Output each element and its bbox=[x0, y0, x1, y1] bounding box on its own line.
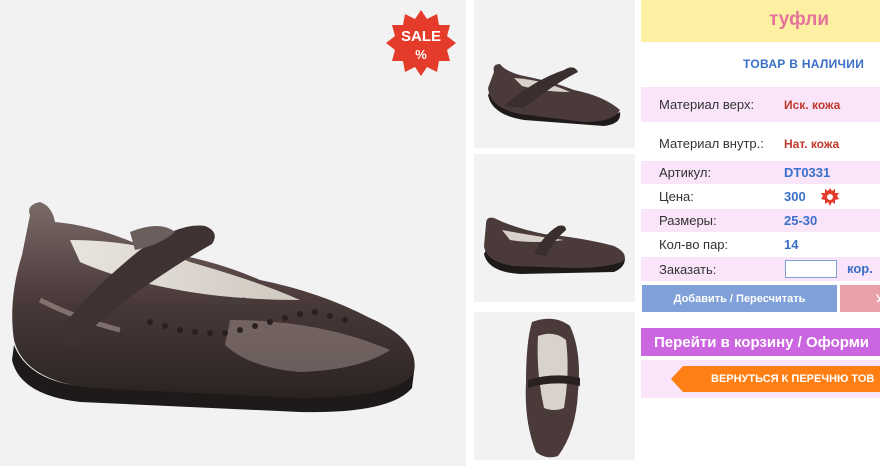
shoe-thumb-image bbox=[488, 64, 621, 126]
row-material-inner: Материал внутр.: Нат. кожа bbox=[641, 125, 880, 160]
pairs-label: Кол-во пар: bbox=[659, 237, 729, 252]
row-pairs: Кол-во пар: 14 bbox=[641, 233, 880, 256]
sale-badge: SALE % bbox=[386, 10, 456, 76]
row-article: Артикул: DT0331 bbox=[641, 161, 880, 184]
model-mark: DT0332 bbox=[214, 296, 246, 306]
product-info-panel: туфли ТОВАР В НАЛИЧИИ Материал верх: Иск… bbox=[641, 0, 880, 466]
material-top-value: Иск. кожа bbox=[784, 98, 841, 112]
sale-badge-text: SALE bbox=[401, 28, 441, 45]
shoe-thumb-image bbox=[484, 217, 625, 274]
thumbnail-1[interactable] bbox=[474, 0, 635, 148]
row-sizes: Размеры: 25-30 bbox=[641, 209, 880, 232]
sale-starburst-icon: SALE % bbox=[386, 10, 456, 76]
thumbnail-2[interactable] bbox=[474, 154, 635, 302]
stock-status: ТОВАР В НАЛИЧИИ bbox=[743, 57, 865, 71]
sale-badge-symbol: % bbox=[415, 47, 427, 62]
thumbnail-3[interactable] bbox=[474, 312, 635, 460]
product-title: туфли bbox=[769, 9, 829, 30]
row-price: Цена: 300 bbox=[641, 185, 880, 208]
sale-mini-icon bbox=[821, 188, 839, 206]
row-material-top: Материал верх: Иск. кожа bbox=[641, 87, 880, 122]
article-value: DT0331 bbox=[784, 165, 831, 180]
row-order: Заказать: кор. bbox=[641, 257, 880, 281]
order-quantity-input[interactable] bbox=[785, 260, 837, 278]
title-bar: туфли bbox=[641, 0, 880, 42]
back-to-list-button[interactable]: ВЕРНУТЬСЯ К ПЕРЕЧНЮ ТОВ bbox=[671, 366, 880, 392]
material-top-label: Материал верх: bbox=[659, 97, 755, 112]
material-inner-label: Материал внутр.: bbox=[659, 136, 764, 151]
remove-button[interactable]: У bbox=[840, 285, 880, 312]
order-unit: кор. bbox=[847, 261, 873, 276]
back-button-row: ВЕРНУТЬСЯ К ПЕРЕЧНЮ ТОВ bbox=[641, 360, 880, 398]
go-to-cart-button[interactable]: Перейти в корзину / Оформи bbox=[641, 328, 880, 356]
price-label: Цена: bbox=[659, 189, 694, 204]
add-recalculate-button[interactable]: Добавить / Пересчитать bbox=[642, 285, 837, 312]
pairs-value: 14 bbox=[784, 237, 799, 252]
order-label: Заказать: bbox=[659, 262, 717, 277]
sizes-value: 25-30 bbox=[784, 213, 818, 228]
material-inner-value: Нат. кожа bbox=[784, 137, 840, 151]
price-value: 300 bbox=[784, 189, 806, 204]
shoe-thumb-image bbox=[525, 318, 580, 458]
sizes-label: Размеры: bbox=[659, 213, 717, 228]
main-product-photo[interactable]: DT0332 SALE % bbox=[0, 0, 466, 466]
article-label: Артикул: bbox=[659, 165, 712, 180]
